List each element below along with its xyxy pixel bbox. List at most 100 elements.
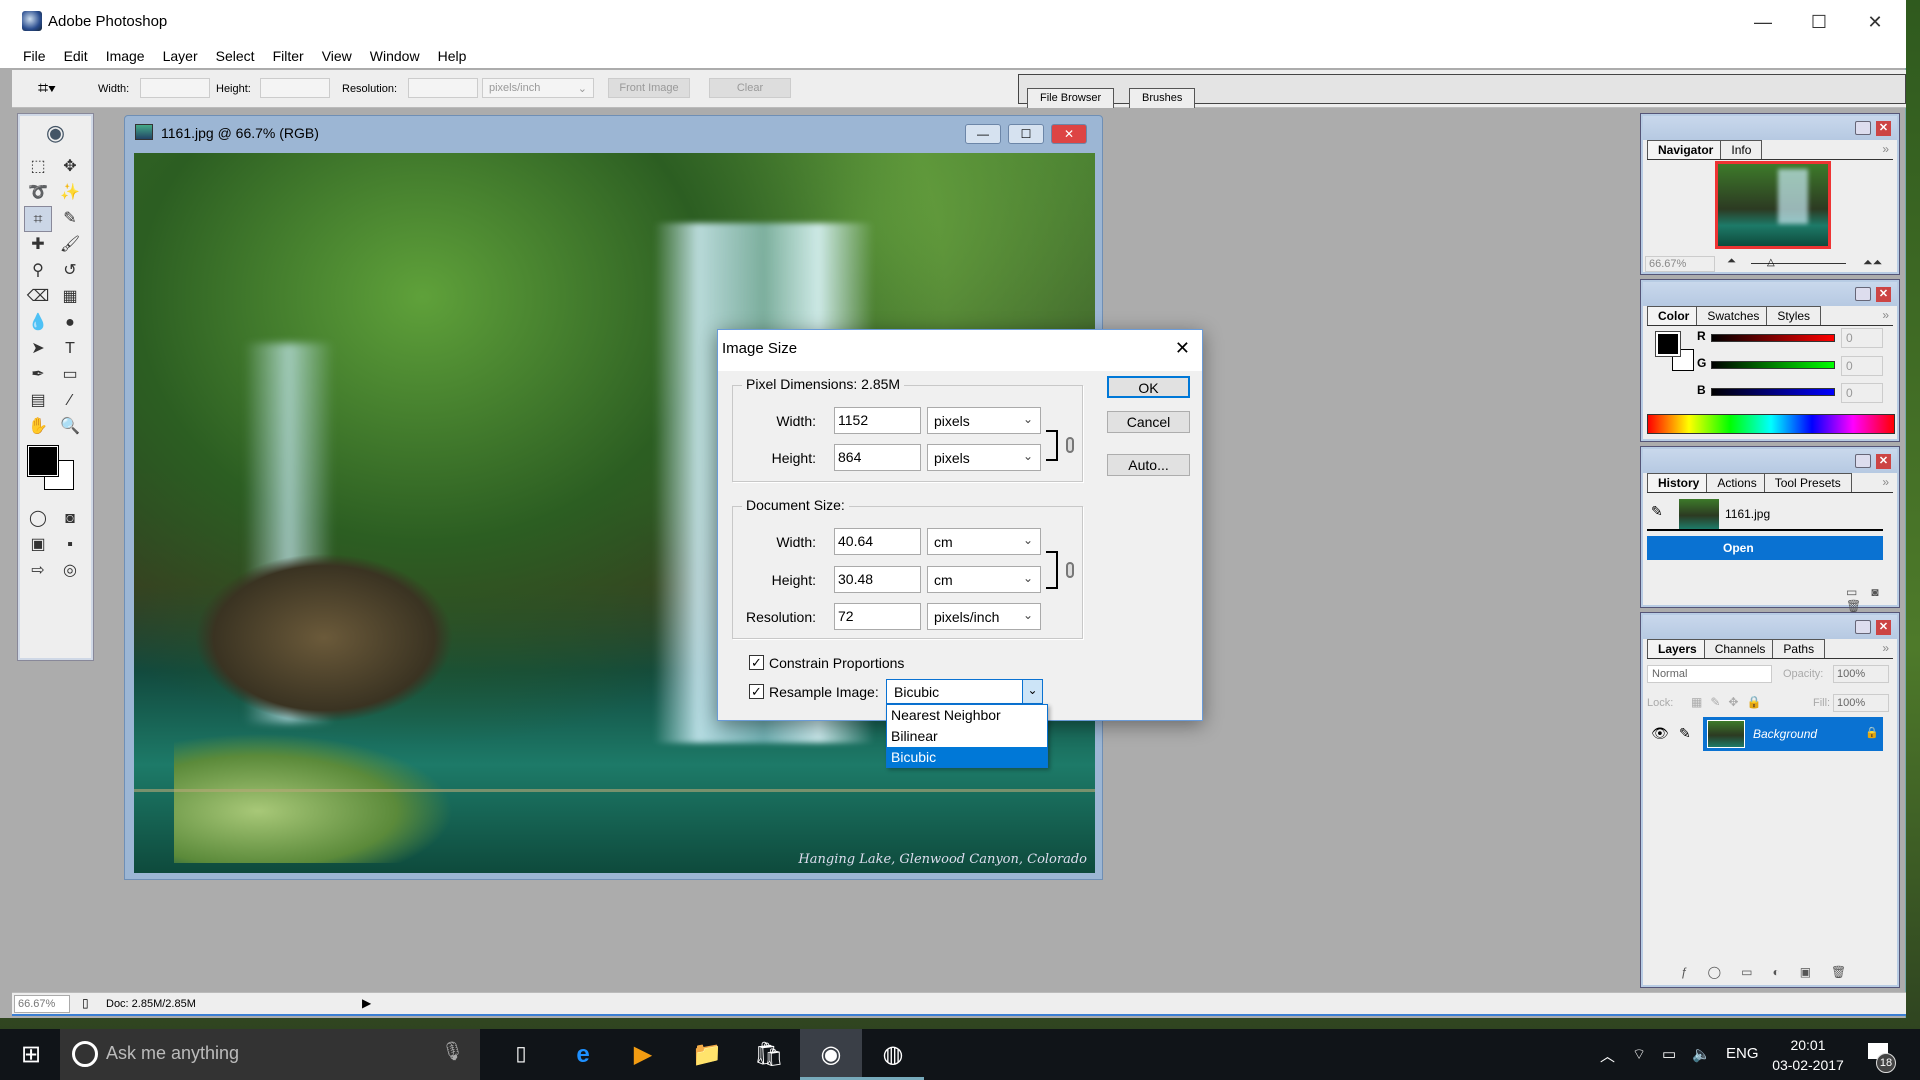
eraser-tool-icon[interactable]: ⌫ (24, 284, 52, 310)
g-slider[interactable] (1711, 361, 1835, 369)
tab-color[interactable]: Color (1647, 306, 1701, 325)
tab-paths[interactable]: Paths (1772, 639, 1826, 658)
media-player-icon[interactable]: ▶ (612, 1029, 674, 1080)
blend-mode-select[interactable]: Normal (1647, 665, 1772, 683)
option-bilinear[interactable]: Bilinear (887, 726, 1047, 747)
magic-wand-tool-icon[interactable]: ✨ (56, 180, 84, 206)
menu-layer[interactable]: Layer (154, 44, 207, 68)
lasso-tool-icon[interactable]: ➰ (24, 180, 52, 206)
photoshop-taskbar-icon[interactable]: ◉ (800, 1029, 862, 1080)
doc-width-unit-select[interactable]: cm ⌄ (927, 528, 1041, 555)
panel-close-button[interactable]: ✕ (1876, 454, 1891, 469)
doc-maximize-button[interactable]: ☐ (1008, 124, 1044, 144)
pixel-height-unit-select[interactable]: pixels ⌄ (927, 444, 1041, 471)
zoom-slider[interactable] (1751, 263, 1846, 264)
photoshop-eye-icon[interactable]: ◉ (18, 114, 93, 154)
constrain-proportions-checkbox[interactable]: ✓ (749, 655, 764, 670)
tab-actions[interactable]: Actions (1706, 473, 1768, 492)
wifi-icon[interactable]: ⌔ (1632, 1045, 1646, 1064)
tab-history[interactable]: History (1647, 473, 1711, 492)
status-menu-arrow-icon[interactable]: ▶ (362, 996, 371, 1010)
pixel-width-input[interactable]: 1152 (834, 407, 921, 434)
cortana-search-box[interactable]: Ask me anything 🎙 (60, 1029, 480, 1080)
healing-brush-tool-icon[interactable]: ✚ (24, 232, 52, 258)
minimize-button[interactable]: — (1740, 6, 1786, 38)
r-value[interactable]: 0 (1841, 328, 1883, 348)
panel-header[interactable]: ✕ (1643, 449, 1897, 473)
width-input[interactable] (140, 78, 210, 98)
navigator-zoom-field[interactable]: 66.67% (1645, 256, 1715, 272)
jump-to-imageready-icon[interactable]: ⇨ (24, 558, 52, 584)
status-zoom-field[interactable]: 66.67% (14, 995, 70, 1013)
resolution-input[interactable] (408, 78, 478, 98)
resolution-unit-select[interactable]: pixels/inch ⌄ (927, 603, 1041, 630)
tab-info[interactable]: Info (1720, 140, 1763, 159)
resolution-input[interactable]: 72 (834, 603, 921, 630)
marquee-tool-icon[interactable]: ⬚ (24, 154, 52, 180)
blur-tool-icon[interactable]: 💧 (24, 310, 52, 336)
ok-button[interactable]: OK (1107, 376, 1190, 398)
panel-header[interactable]: ✕ (1643, 116, 1897, 140)
history-footer-icons[interactable]: ▭◙🗑 (1846, 585, 1899, 613)
notes-tool-icon[interactable]: ▤ (24, 388, 52, 414)
shape-tool-icon[interactable]: ▭ (56, 362, 84, 388)
foreground-color-swatch[interactable] (27, 445, 59, 477)
eyedropper-tool-icon[interactable]: ⁄ (56, 388, 84, 414)
file-explorer-icon[interactable]: 📁 (676, 1029, 738, 1080)
tab-layers[interactable]: Layers (1647, 639, 1708, 658)
zoom-in-icon[interactable]: ⏶⏶ (1863, 255, 1882, 270)
color-spectrum-bar[interactable] (1647, 414, 1895, 434)
doc-height-unit-select[interactable]: cm ⌄ (927, 566, 1041, 593)
foreground-color-box[interactable] (1655, 331, 1681, 357)
menu-select[interactable]: Select (207, 44, 264, 68)
panel-header[interactable]: ✕ (1643, 615, 1897, 639)
edge-browser-icon[interactable]: e (552, 1029, 614, 1080)
panel-minimize-button[interactable] (1855, 287, 1871, 301)
layer-row-background[interactable]: 👁 ✎ Background 🔒 (1647, 717, 1883, 751)
microphone-icon[interactable]: 🎙 (441, 1041, 464, 1062)
panel-minimize-button[interactable] (1855, 620, 1871, 634)
panel-menu-icon[interactable]: » (1882, 475, 1889, 489)
panel-close-button[interactable]: ✕ (1876, 287, 1891, 302)
quick-mask-mode-icon[interactable]: ◙ (56, 506, 84, 532)
r-slider[interactable] (1711, 334, 1835, 342)
tab-styles[interactable]: Styles (1766, 306, 1822, 325)
slice-tool-icon[interactable]: ✎ (56, 206, 84, 232)
standard-mode-icon[interactable]: ◯ (24, 506, 52, 532)
tab-navigator[interactable]: Navigator (1647, 140, 1725, 159)
eye-visibility-icon[interactable]: 👁 (1651, 725, 1669, 742)
doc-width-input[interactable]: 40.64 (834, 528, 921, 555)
battery-icon[interactable]: ▭ (1662, 1045, 1676, 1063)
opacity-field[interactable]: 100% (1833, 665, 1889, 683)
zoom-out-icon[interactable]: ⏶ (1727, 255, 1736, 268)
pixel-height-input[interactable]: 864 (834, 444, 921, 471)
show-hidden-icons[interactable]: ︿ (1600, 1045, 1615, 1066)
menu-edit[interactable]: Edit (55, 44, 97, 68)
type-tool-icon[interactable]: T (56, 336, 84, 362)
clear-button[interactable]: Clear (709, 78, 791, 98)
doc-close-button[interactable]: ✕ (1051, 124, 1087, 144)
history-brush-source-icon[interactable]: ✎ (1651, 503, 1663, 520)
doc-minimize-button[interactable]: — (965, 124, 1001, 144)
tab-file-browser[interactable]: File Browser (1027, 88, 1115, 108)
tab-swatches[interactable]: Swatches (1696, 306, 1771, 325)
move-tool-icon[interactable]: ✥ (56, 154, 84, 180)
dialog-close-icon[interactable]: ✕ (1175, 338, 1190, 359)
start-button[interactable]: ⊞ (0, 1029, 62, 1080)
navigator-thumbnail[interactable] (1715, 161, 1831, 249)
imageready-icon[interactable]: ◎ (56, 558, 84, 584)
full-screen-mode-icon[interactable]: ▪ (56, 532, 84, 558)
panel-menu-icon[interactable]: » (1882, 641, 1889, 655)
menu-file[interactable]: File (14, 44, 55, 68)
brush-tool-icon[interactable]: 🖌 (56, 232, 84, 258)
language-indicator[interactable]: ENG (1726, 1045, 1759, 1062)
history-item-open[interactable]: Open (1647, 536, 1883, 560)
resolution-unit-select[interactable]: pixels/inch ⌄ (482, 78, 594, 98)
zoom-slider-handle[interactable]: △ (1767, 257, 1775, 268)
layers-footer-icons[interactable]: ƒ◯▭◐▣🗑 (1681, 965, 1866, 979)
volume-icon[interactable]: 🔈 (1692, 1045, 1711, 1063)
close-button[interactable]: ✕ (1852, 6, 1898, 38)
cancel-button[interactable]: Cancel (1107, 411, 1190, 433)
panel-header[interactable]: ✕ (1643, 282, 1897, 306)
brush-link-icon[interactable]: ✎ (1679, 725, 1691, 742)
